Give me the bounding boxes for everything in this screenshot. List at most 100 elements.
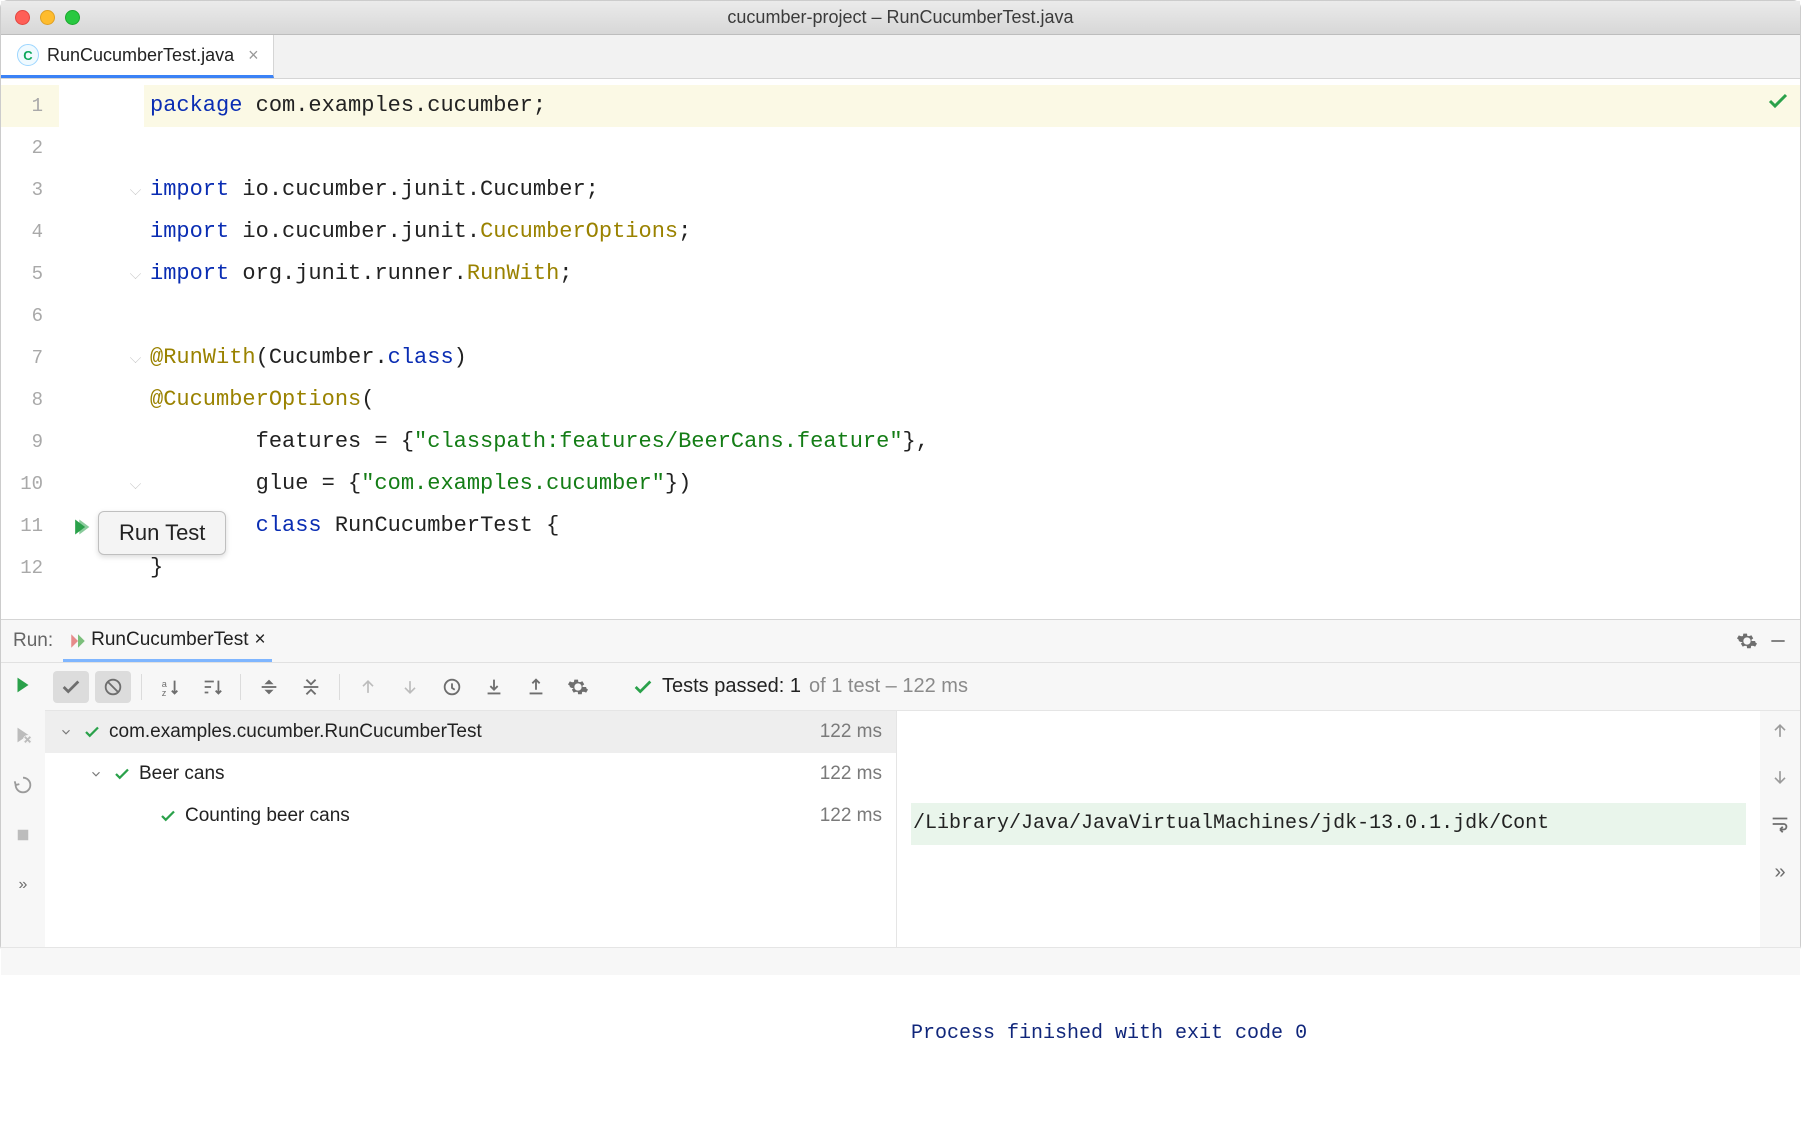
test-pass-icon <box>113 765 131 783</box>
close-tab-icon[interactable]: × <box>248 45 259 66</box>
code-area[interactable]: package com.examples.cucumber; import io.… <box>144 79 1800 619</box>
settings-icon[interactable] <box>1736 630 1758 652</box>
fold-indicator-icon[interactable] <box>130 478 141 489</box>
check-ok-icon <box>632 676 654 698</box>
run-config-icon <box>69 632 85 648</box>
console-output[interactable]: /Library/Java/JavaVirtualMachines/jdk-13… <box>897 711 1760 947</box>
close-window-button[interactable] <box>15 10 30 25</box>
fold-indicator-icon[interactable] <box>130 352 141 363</box>
chevron-down-icon[interactable] <box>59 725 77 739</box>
fold-indicator-icon[interactable] <box>130 184 141 195</box>
import-tests-button[interactable] <box>476 671 512 703</box>
next-failed-button[interactable] <box>392 671 428 703</box>
gutter-cell <box>59 169 144 211</box>
more-console-icon[interactable]: » <box>1774 861 1785 884</box>
gutter-cell <box>59 421 144 463</box>
line-number: 11 <box>1 505 59 547</box>
stop-button[interactable] <box>14 823 32 847</box>
code-line[interactable] <box>144 127 1800 169</box>
close-run-tab-icon[interactable]: × <box>254 629 265 651</box>
expand-all-button[interactable] <box>251 671 287 703</box>
line-number: 4 <box>1 211 59 253</box>
line-number: 6 <box>1 295 59 337</box>
line-number: 5 <box>1 253 59 295</box>
test-tree-row[interactable]: com.examples.cucumber.RunCucumberTest122… <box>45 711 896 753</box>
code-line[interactable]: } <box>144 547 1800 589</box>
minimize-window-button[interactable] <box>40 10 55 25</box>
rerun-failed-button[interactable] <box>12 723 34 747</box>
editor[interactable]: 123456789101112 package com.examples.cuc… <box>1 79 1800 619</box>
test-duration: 122 ms <box>820 721 882 743</box>
cucumber-file-icon: C <box>17 44 39 66</box>
test-name: Counting beer cans <box>185 805 820 827</box>
tab-filename: RunCucumberTest.java <box>47 45 234 66</box>
soft-wrap-icon[interactable] <box>1769 813 1791 835</box>
code-line[interactable]: class RunCucumberTest { <box>144 505 1800 547</box>
code-line[interactable]: import org.junit.runner.RunWith; <box>144 253 1800 295</box>
show-ignored-button[interactable] <box>95 671 131 703</box>
scroll-down-icon[interactable] <box>1770 767 1790 787</box>
line-number: 8 <box>1 379 59 421</box>
inspection-indicator[interactable] <box>1766 89 1790 113</box>
fold-indicator-icon[interactable] <box>130 268 141 279</box>
sort-duration-button[interactable] <box>194 671 230 703</box>
show-passed-button[interactable] <box>53 671 89 703</box>
code-line[interactable]: glue = {"com.examples.cucumber"}) <box>144 463 1800 505</box>
test-settings-button[interactable] <box>560 671 596 703</box>
test-tree-row[interactable]: Counting beer cans122 ms <box>45 795 896 837</box>
more-side-icon[interactable]: » <box>19 873 28 897</box>
console-line-3: Process finished with exit code 0 <box>911 1013 1746 1055</box>
chevron-down-icon[interactable] <box>89 767 107 781</box>
line-number-gutter: 123456789101112 <box>1 79 59 619</box>
console-side-toolbar: » <box>1760 711 1800 947</box>
run-side-toolbar: » <box>1 663 45 947</box>
window-controls <box>15 10 80 25</box>
test-tree[interactable]: com.examples.cucumber.RunCucumberTest122… <box>45 711 897 947</box>
test-toolbar: az <box>45 663 1800 711</box>
gutter-cell <box>59 463 144 505</box>
minimize-panel-icon[interactable] <box>1768 631 1788 651</box>
rerun-button[interactable] <box>12 673 34 697</box>
run-config-name: RunCucumberTest <box>91 629 248 651</box>
tests-total-duration: of 1 test – 122 ms <box>809 675 968 698</box>
editor-tabbar: C RunCucumberTest.java × <box>1 35 1800 79</box>
export-tests-button[interactable] <box>518 671 554 703</box>
gutter-cell <box>59 379 144 421</box>
code-line[interactable]: import io.cucumber.junit.CucumberOptions… <box>144 211 1800 253</box>
toggle-auto-test-button[interactable] <box>12 773 34 797</box>
code-line[interactable] <box>144 295 1800 337</box>
code-line[interactable]: @CucumberOptions( <box>144 379 1800 421</box>
sort-alpha-button[interactable]: az <box>152 671 188 703</box>
line-number: 2 <box>1 127 59 169</box>
test-tree-row[interactable]: Beer cans122 ms <box>45 753 896 795</box>
maximize-window-button[interactable] <box>65 10 80 25</box>
window-title: cucumber-project – RunCucumberTest.java <box>13 7 1788 28</box>
test-name: com.examples.cucumber.RunCucumberTest <box>109 721 820 743</box>
gutter-cell <box>59 127 144 169</box>
gutter-cell <box>59 253 144 295</box>
check-ok-icon <box>1766 89 1790 113</box>
prev-failed-button[interactable] <box>350 671 386 703</box>
run-test-tooltip[interactable]: Run Test <box>98 511 226 555</box>
gutter-cell <box>59 337 144 379</box>
scroll-up-icon[interactable] <box>1770 721 1790 741</box>
test-pass-icon <box>159 807 177 825</box>
line-number: 9 <box>1 421 59 463</box>
line-number: 3 <box>1 169 59 211</box>
run-label: Run: <box>13 630 53 652</box>
collapse-all-button[interactable] <box>293 671 329 703</box>
code-line[interactable]: package com.examples.cucumber; <box>144 85 1800 127</box>
titlebar: cucumber-project – RunCucumberTest.java <box>1 1 1800 35</box>
code-line[interactable]: import io.cucumber.junit.Cucumber; <box>144 169 1800 211</box>
run-config-tab[interactable]: RunCucumberTest × <box>63 620 271 662</box>
editor-tab-active[interactable]: C RunCucumberTest.java × <box>1 35 274 78</box>
results-area: com.examples.cucumber.RunCucumberTest122… <box>45 711 1800 947</box>
test-pass-icon <box>83 723 101 741</box>
test-duration: 122 ms <box>820 805 882 827</box>
run-gutter-icon[interactable] <box>71 517 91 537</box>
test-history-button[interactable] <box>434 671 470 703</box>
code-line[interactable]: @RunWith(Cucumber.class) <box>144 337 1800 379</box>
code-line[interactable]: features = {"classpath:features/BeerCans… <box>144 421 1800 463</box>
line-number: 7 <box>1 337 59 379</box>
line-number: 12 <box>1 547 59 589</box>
